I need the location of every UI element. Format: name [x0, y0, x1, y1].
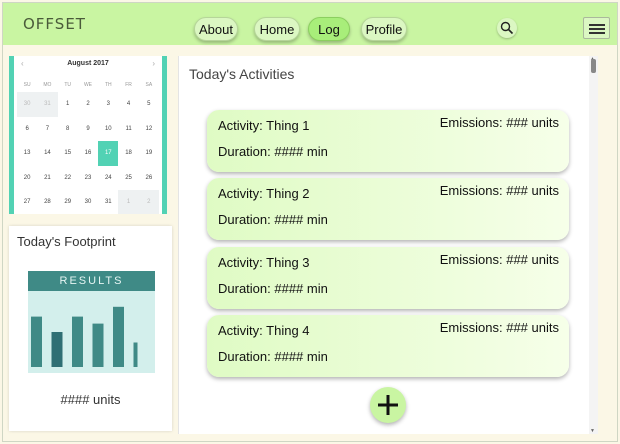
calendar-day[interactable]: 5 [139, 92, 159, 117]
calendar-weekday: FR [125, 82, 132, 88]
add-activity-button[interactable] [370, 387, 406, 423]
footprint-title: Today's Footprint [17, 234, 116, 249]
activity-emissions: Emissions: ### units [439, 115, 559, 130]
scroll-thumb[interactable] [591, 59, 596, 73]
results-bar [72, 316, 83, 367]
nav-about-button[interactable]: About [194, 17, 238, 41]
results-bar [31, 316, 42, 367]
calendar-weekday: SU [23, 82, 31, 88]
calendar-weekday: WE [83, 82, 93, 88]
calendar-widget: ‹ August 2017 › SU MO TU WE TH FR SA 30 31 1 2 3 4 5 6… [9, 56, 167, 214]
calendar-weekday: SA [145, 82, 153, 88]
results-chart: RESULTS [28, 271, 155, 373]
activity-emissions: Emissions: ### units [439, 252, 559, 267]
results-label: RESULTS [28, 271, 155, 291]
calendar-day[interactable]: 3 [98, 92, 118, 117]
calendar-day[interactable]: 30 [78, 190, 98, 214]
calendar-day[interactable]: 12 [139, 117, 159, 142]
calendar-day[interactable]: 26 [139, 166, 159, 191]
calendar-day[interactable]: 4 [118, 92, 138, 117]
calendar-day[interactable]: 13 [17, 141, 37, 166]
calendar-day[interactable]: 2 [138, 190, 159, 214]
calendar-day[interactable]: 18 [118, 141, 138, 166]
activity-card[interactable]: Activity: Thing 3 Emissions: ### units D… [207, 247, 569, 309]
activity-duration: Duration: #### min [218, 144, 328, 159]
calendar-day[interactable]: 31 [37, 92, 58, 117]
calendar-day[interactable]: 10 [98, 117, 118, 142]
calendar-month-label: August 2017 [67, 60, 109, 67]
top-nav: OFFSET About Home Log Profile [3, 3, 617, 45]
scroll-down-icon[interactable]: ▼ [590, 428, 595, 434]
hamburger-menu-icon[interactable] [583, 17, 610, 39]
calendar-day[interactable]: 25 [118, 166, 138, 191]
footprint-card: Today's Footprint RESULTS #### units [9, 226, 172, 431]
activity-name: Activity: Thing 4 [218, 323, 310, 338]
calendar-day[interactable]: 30 [17, 92, 38, 117]
activity-card[interactable]: Activity: Thing 1 Emissions: ### units D… [207, 110, 569, 172]
brand-logo[interactable]: OFFSET [23, 15, 86, 33]
calendar-day[interactable]: 19 [139, 141, 159, 166]
activity-duration: Duration: #### min [218, 212, 328, 227]
activity-card[interactable]: Activity: Thing 2 Emissions: ### units D… [207, 178, 569, 240]
calendar-day[interactable]: 6 [17, 117, 37, 142]
activity-name: Activity: Thing 3 [218, 255, 310, 270]
calendar-day[interactable]: 17 [98, 141, 119, 166]
activity-name: Activity: Thing 2 [218, 186, 310, 201]
calendar-day[interactable]: 14 [37, 141, 57, 166]
activity-duration: Duration: #### min [218, 349, 328, 364]
activity-card[interactable]: Activity: Thing 4 Emissions: ### units D… [207, 315, 569, 377]
calendar-weekday: TH [104, 82, 112, 88]
calendar-day[interactable]: 21 [37, 166, 57, 191]
results-bar [133, 342, 138, 367]
activities-title: Today's Activities [189, 66, 295, 82]
calendar-day[interactable]: 29 [58, 190, 78, 214]
results-bar [51, 332, 63, 367]
activity-emissions: Emissions: ### units [439, 183, 559, 198]
calendar-day[interactable]: 8 [58, 117, 78, 142]
calendar-day[interactable]: 31 [98, 190, 118, 214]
calendar-day[interactable]: 23 [78, 166, 98, 191]
calendar-day[interactable]: 27 [17, 190, 37, 214]
calendar-day[interactable]: 1 [58, 92, 78, 117]
calendar-day[interactable]: 22 [58, 166, 78, 191]
activity-name: Activity: Thing 1 [218, 118, 310, 133]
nav-profile-button[interactable]: Profile [361, 17, 407, 41]
footprint-units: #### units [60, 392, 121, 407]
calendar-grid: SU MO TU WE TH FR SA 30 31 1 2 3 4 5 6 7 8 9 10 11 12 13 14 15 1… [17, 78, 159, 214]
plus-icon [378, 395, 398, 415]
calendar-weekday: MO [43, 82, 52, 88]
calendar-weekday: TU [64, 82, 72, 88]
activities-panel: Today's Activities Activity: Thing 1 Emi… [178, 56, 598, 434]
calendar-day[interactable]: 1 [118, 190, 139, 214]
calendar-day[interactable]: 15 [58, 141, 78, 166]
calendar-day[interactable]: 28 [37, 190, 57, 214]
results-bar [92, 323, 104, 367]
activity-duration: Duration: #### min [218, 281, 328, 296]
results-bar [113, 306, 124, 367]
calendar-day[interactable]: 11 [118, 117, 138, 142]
nav-log-button[interactable]: Log [308, 17, 350, 41]
calendar-day[interactable]: 20 [17, 166, 37, 191]
search-icon[interactable] [497, 18, 517, 38]
calendar-day[interactable]: 7 [37, 117, 57, 142]
results-bars [31, 306, 138, 367]
calendar-day[interactable]: 24 [98, 166, 118, 191]
calendar-day[interactable]: 2 [78, 92, 98, 117]
activity-emissions: Emissions: ### units [439, 320, 559, 335]
calendar-day[interactable]: 16 [78, 141, 98, 166]
calendar-day[interactable]: 9 [78, 117, 98, 142]
nav-home-button[interactable]: Home [254, 17, 300, 41]
activities-scrollbar[interactable]: ▲ ▼ [589, 56, 598, 434]
calendar-next-icon[interactable]: › [152, 59, 155, 68]
